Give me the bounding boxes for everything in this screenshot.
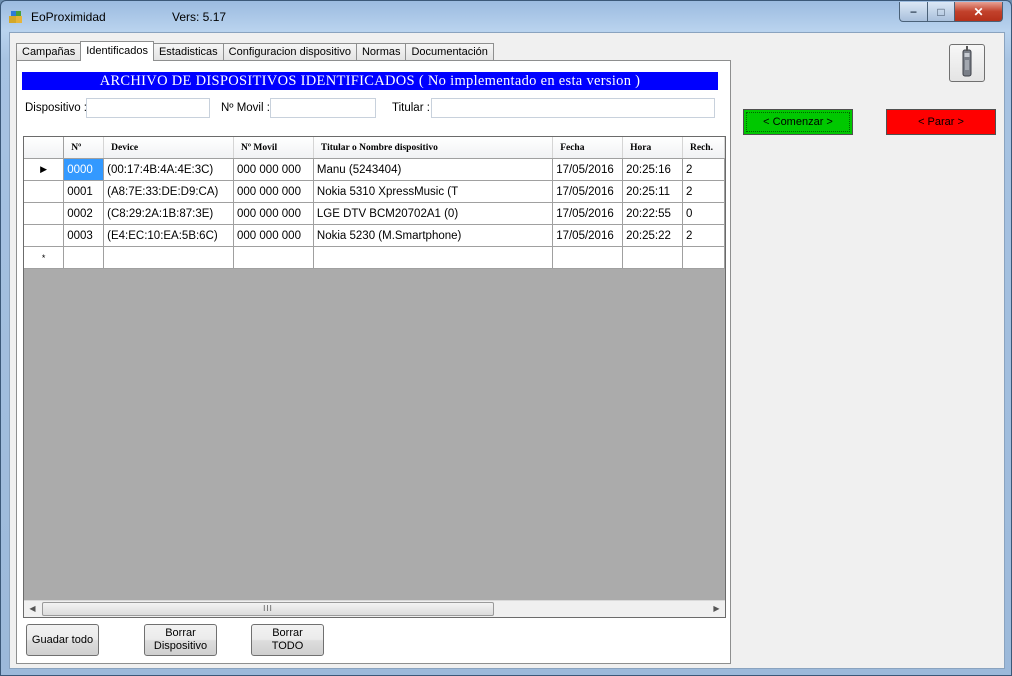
table-row[interactable]: 0003 (E4:EC:10:EA:5B:6C) 000 000 000 Nok… [24, 224, 725, 247]
focus-rect [746, 112, 850, 132]
page-title-banner: ARCHIVO DE DISPOSITIVOS IDENTIFICADOS ( … [22, 72, 718, 90]
devices-grid[interactable]: Nº Device Nº Movil Titular o Nombre disp… [23, 136, 726, 618]
column-header-fecha[interactable]: Fecha [552, 137, 624, 159]
new-row[interactable]: * [24, 246, 725, 269]
borrar-dispositivo-label-line1: Borrar [165, 627, 196, 639]
new-cell[interactable] [233, 246, 314, 269]
cell-titular[interactable]: Nokia 5310 XpressMusic (T [313, 180, 554, 203]
cell-movil[interactable]: 000 000 000 [233, 202, 314, 225]
titular-label: Titular : [392, 102, 430, 114]
grid-header-row: Nº Device Nº Movil Titular o Nombre disp… [24, 137, 725, 159]
cell-fecha[interactable]: 17/05/2016 [552, 158, 624, 181]
borrar-todo-label-line2: TODO [271, 640, 304, 652]
borrar-dispositivo-button[interactable]: Borrar Dispositivo [144, 624, 217, 656]
close-button[interactable]: ✕ [954, 2, 1003, 22]
new-cell[interactable] [63, 246, 105, 269]
tab-identificados[interactable]: Identificados [80, 41, 154, 61]
cell-movil[interactable]: 000 000 000 [233, 224, 314, 247]
window-title: EoProximidad [31, 10, 106, 24]
cell-movil[interactable]: 000 000 000 [233, 180, 314, 203]
cell-device[interactable]: (A8:7E:33:DE:D9:CA) [103, 180, 235, 203]
minimize-button[interactable]: − [899, 2, 928, 22]
new-cell[interactable] [103, 246, 235, 269]
titular-field[interactable] [431, 98, 715, 118]
column-header-rech[interactable]: Rech. [682, 137, 725, 159]
tab-estadisticas[interactable]: Estadisticas [152, 43, 224, 60]
movil-label: Nº Movil : [221, 102, 270, 114]
cell-n[interactable]: 0001 [63, 180, 105, 203]
dispositivo-field[interactable] [86, 98, 210, 118]
tab-configuracion-dispositivo[interactable]: Configuracion dispositivo [222, 43, 357, 60]
guardar-todo-button[interactable]: Guadar todo [26, 624, 99, 656]
cell-rech[interactable]: 2 [682, 180, 725, 203]
cell-fecha[interactable]: 17/05/2016 [552, 180, 624, 203]
scroll-left-icon[interactable]: ◀ [24, 601, 41, 617]
devices-table: Nº Device Nº Movil Titular o Nombre disp… [24, 137, 725, 269]
new-cell[interactable] [552, 246, 624, 269]
cell-device[interactable]: (E4:EC:10:EA:5B:6C) [103, 224, 235, 247]
identificados-tab-page: ARCHIVO DE DISPOSITIVOS IDENTIFICADOS ( … [16, 60, 731, 664]
cell-movil[interactable]: 000 000 000 [233, 158, 314, 181]
dispositivo-label: Dispositivo : [25, 102, 87, 114]
tab-documentacion[interactable]: Documentación [405, 43, 494, 60]
cell-n[interactable]: 0000 [63, 158, 105, 181]
cell-n[interactable]: 0002 [63, 202, 105, 225]
cell-rech[interactable]: 2 [682, 224, 725, 247]
borrar-todo-button[interactable]: Borrar TODO [251, 624, 324, 656]
new-cell[interactable] [313, 246, 554, 269]
column-header-hora[interactable]: Hora [622, 137, 684, 159]
table-row[interactable]: ▶ 0000 (00:17:4B:4A:4E:3C) 000 000 000 M… [24, 158, 725, 181]
comenzar-button[interactable]: < Comenzar > [743, 109, 853, 135]
table-row[interactable]: 0002 (C8:29:2A:1B:87:3E) 000 000 000 LGE… [24, 202, 725, 225]
cell-hora[interactable]: 20:25:16 [622, 158, 684, 181]
cell-device[interactable]: (C8:29:2A:1B:87:3E) [103, 202, 235, 225]
movil-field[interactable] [270, 98, 376, 118]
cell-rech[interactable]: 2 [682, 158, 725, 181]
guardar-todo-label: Guadar todo [31, 633, 94, 646]
column-header-movil[interactable]: Nº Movil [233, 137, 314, 159]
current-row-indicator-icon[interactable]: ▶ [24, 158, 65, 181]
cell-fecha[interactable]: 17/05/2016 [552, 224, 624, 247]
tab-strip: Campañas Identificados Estadisticas Conf… [16, 41, 494, 61]
borrar-todo-label-line1: Borrar [272, 627, 303, 639]
parar-button[interactable]: < Parar > [886, 109, 996, 135]
version-label: Vers: 5.17 [172, 10, 227, 24]
bluetooth-device-button[interactable] [949, 44, 985, 82]
column-header-titular[interactable]: Titular o Nombre dispositivo [313, 137, 554, 159]
cell-hora[interactable]: 20:25:22 [622, 224, 684, 247]
tab-normas[interactable]: Normas [355, 43, 407, 60]
main-client-area: Campañas Identificados Estadisticas Conf… [9, 32, 1005, 669]
cell-titular[interactable]: Nokia 5230 (M.Smartphone) [313, 224, 554, 247]
cell-n[interactable]: 0003 [63, 224, 105, 247]
cell-titular[interactable]: Manu (5243404) [313, 158, 554, 181]
horizontal-scrollbar[interactable]: ◀ III ▶ [24, 600, 725, 617]
row-header-corner [24, 137, 65, 159]
table-row[interactable]: 0001 (A8:7E:33:DE:D9:CA) 000 000 000 Nok… [24, 180, 725, 203]
cell-titular[interactable]: LGE DTV BCM20702A1 (0) [313, 202, 554, 225]
parar-label: < Parar > [918, 116, 964, 128]
maximize-button[interactable]: □ [927, 2, 955, 22]
title-bar[interactable]: EoProximidad Vers: 5.17 − □ ✕ [1, 1, 1011, 33]
app-icon [9, 11, 22, 23]
bluetooth-device-icon [962, 46, 972, 77]
row-header[interactable] [24, 224, 65, 247]
cell-device[interactable]: (00:17:4B:4A:4E:3C) [103, 158, 235, 181]
column-header-device[interactable]: Device [103, 137, 235, 159]
cell-rech[interactable]: 0 [682, 202, 725, 225]
new-cell[interactable] [622, 246, 684, 269]
column-header-n[interactable]: Nº [63, 137, 105, 159]
scroll-right-icon[interactable]: ▶ [708, 601, 725, 617]
row-header[interactable] [24, 180, 65, 203]
new-row-asterisk-icon[interactable]: * [24, 246, 65, 269]
tab-campanas[interactable]: Campañas [16, 43, 82, 60]
borrar-dispositivo-label-line2: Dispositivo [153, 640, 208, 652]
cell-hora[interactable]: 20:22:55 [622, 202, 684, 225]
row-header[interactable] [24, 202, 65, 225]
cell-fecha[interactable]: 17/05/2016 [552, 202, 624, 225]
new-cell[interactable] [682, 246, 725, 269]
scrollbar-thumb[interactable]: III [42, 602, 494, 616]
cell-hora[interactable]: 20:25:11 [622, 180, 684, 203]
app-window: EoProximidad Vers: 5.17 − □ ✕ Campañas I… [0, 0, 1012, 676]
